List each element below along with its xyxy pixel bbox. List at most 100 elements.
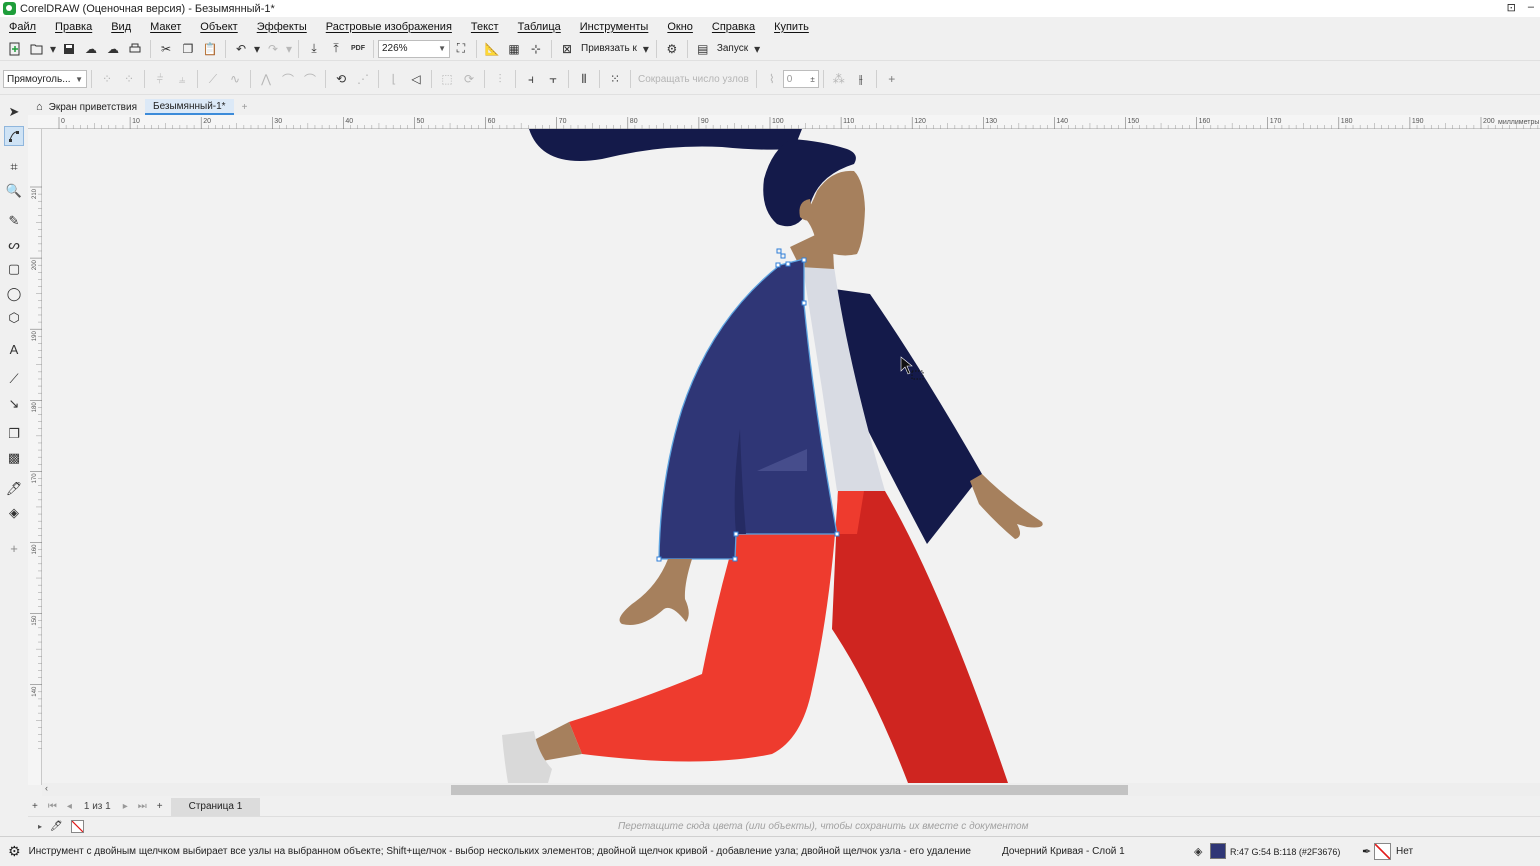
crop-tool-icon[interactable]: ⌗ bbox=[4, 157, 24, 177]
selection-node[interactable] bbox=[776, 248, 782, 254]
no-color-swatch[interactable] bbox=[70, 819, 84, 833]
eyedropper-icon[interactable]: 🖊 bbox=[50, 821, 63, 832]
node-tracking-icon[interactable]: ⫲ bbox=[850, 69, 872, 89]
show-rulers-icon[interactable]: 📐 bbox=[481, 39, 503, 59]
cut-icon[interactable]: ✂ bbox=[155, 39, 177, 59]
break-curve-icon[interactable]: ⫨ bbox=[171, 69, 193, 89]
artistic-media-icon[interactable]: ᔕ bbox=[4, 235, 24, 255]
front-hand-shape[interactable] bbox=[619, 559, 692, 625]
menu-tools[interactable]: Инструменты bbox=[580, 21, 649, 33]
close-curve-icon[interactable]: ◁ bbox=[405, 69, 427, 89]
add-page-before-icon[interactable]: + bbox=[32, 801, 38, 812]
node-selection-icon[interactable]: ⁂ bbox=[828, 69, 850, 89]
select-all-nodes-icon[interactable]: ⁙ bbox=[604, 69, 626, 89]
redo-dropdown-icon[interactable]: ▾ bbox=[284, 39, 294, 59]
pick-tool-icon[interactable]: ➤ bbox=[4, 102, 24, 122]
paste-icon[interactable]: 📋 bbox=[199, 39, 221, 59]
ellipse-tool-icon[interactable]: ◯ bbox=[4, 284, 24, 304]
menu-file[interactable]: Файл bbox=[9, 21, 36, 33]
stretch-nodes-icon[interactable]: ⬚ bbox=[436, 69, 458, 89]
undo-dropdown-icon[interactable]: ▾ bbox=[252, 39, 262, 59]
interactive-fill-icon[interactable]: ◈ bbox=[4, 503, 24, 523]
selection-node[interactable] bbox=[801, 300, 807, 306]
align-nodes-icon[interactable]: ⫶ bbox=[489, 69, 511, 89]
selection-node[interactable] bbox=[801, 257, 807, 263]
horizontal-ruler[interactable]: 0 10 20 30 40 50 60 70 80 90 100 110 120 130 140 150 160… bbox=[28, 115, 1540, 129]
reduce-nodes-button[interactable]: Сокращать число узлов bbox=[638, 74, 749, 85]
drop-shadow-icon[interactable]: ❐ bbox=[4, 424, 24, 444]
selection-node[interactable] bbox=[785, 261, 791, 267]
eyedropper-tool-icon[interactable]: 🖊 bbox=[4, 479, 24, 499]
save-icon[interactable] bbox=[58, 39, 80, 59]
new-tab-button[interactable]: + bbox=[234, 99, 256, 115]
redo-icon[interactable]: ↷ bbox=[262, 39, 284, 59]
rectangle-tool-icon[interactable]: ▢ bbox=[4, 259, 24, 279]
next-page-icon[interactable]: ▸ bbox=[123, 801, 128, 812]
selection-node[interactable] bbox=[775, 262, 781, 268]
launch-label[interactable]: Запуск bbox=[717, 43, 748, 54]
snap-off-icon[interactable]: ⊠ bbox=[556, 39, 578, 59]
cloud-upload-icon[interactable]: ☁ bbox=[102, 39, 124, 59]
open-folder-icon[interactable] bbox=[26, 39, 48, 59]
mirror-vertical-icon[interactable]: ⫟ bbox=[542, 69, 564, 89]
scroll-left-icon[interactable]: ‹ bbox=[45, 783, 48, 793]
menu-effects[interactable]: Эффекты bbox=[257, 21, 307, 33]
selection-node[interactable] bbox=[733, 531, 739, 537]
rotate-nodes-icon[interactable]: ⟳ bbox=[458, 69, 480, 89]
cloud-download-icon[interactable]: ☁ bbox=[80, 39, 102, 59]
menu-edit[interactable]: Правка bbox=[55, 21, 92, 33]
copy-icon[interactable]: ❐ bbox=[177, 39, 199, 59]
polygon-tool-icon[interactable]: ⬡ bbox=[4, 308, 24, 328]
scrollbar-thumb[interactable] bbox=[451, 785, 1128, 795]
transparency-tool-icon[interactable]: ▩ bbox=[4, 448, 24, 468]
menu-object[interactable]: Объект bbox=[200, 21, 237, 33]
dimension-tool-icon[interactable]: ⟋ bbox=[4, 369, 24, 389]
menu-table[interactable]: Таблица bbox=[518, 21, 561, 33]
symmetric-node-icon[interactable]: ⌒ bbox=[299, 69, 321, 89]
import-icon[interactable]: ⤓ bbox=[303, 39, 325, 59]
export-icon[interactable]: ⤒ bbox=[325, 39, 347, 59]
to-line-icon[interactable]: ⟋ bbox=[202, 69, 224, 89]
add-to-toolbar-icon[interactable]: + bbox=[881, 69, 903, 89]
selection-node[interactable] bbox=[656, 556, 662, 562]
selection-node[interactable] bbox=[732, 556, 738, 562]
quick-customize-icon[interactable]: + bbox=[4, 538, 24, 558]
zoom-level-combo[interactable]: 226% ▼ bbox=[378, 39, 450, 58]
hair-ponytail-shape[interactable] bbox=[529, 129, 802, 161]
connector-tool-icon[interactable]: ↘ bbox=[4, 394, 24, 414]
join-nodes-icon[interactable]: ⫩ bbox=[149, 69, 171, 89]
back-hand-shape[interactable] bbox=[970, 474, 1043, 539]
show-grid-icon[interactable]: ▦ bbox=[503, 39, 525, 59]
menu-layout[interactable]: Макет bbox=[150, 21, 181, 33]
print-icon[interactable] bbox=[124, 39, 146, 59]
snap-to-label[interactable]: Привязать к bbox=[581, 43, 637, 54]
menu-text[interactable]: Текст bbox=[471, 21, 499, 33]
text-tool-icon[interactable]: A bbox=[4, 339, 24, 359]
menu-bitmaps[interactable]: Растровые изображения bbox=[326, 21, 452, 33]
snap-dropdown-icon[interactable]: ▾ bbox=[640, 39, 652, 59]
tab-welcome-screen[interactable]: ⌂ Экран приветствия bbox=[28, 99, 145, 115]
mirror-horizontal-icon[interactable]: ⫞ bbox=[520, 69, 542, 89]
launch-icon[interactable]: ▤ bbox=[692, 39, 714, 59]
selection-node[interactable] bbox=[780, 253, 786, 259]
add-node-icon[interactable]: ⁘ bbox=[96, 69, 118, 89]
horizontal-scrollbar[interactable]: ‹ bbox=[42, 783, 1540, 796]
zoom-tool-icon[interactable]: 🔍 bbox=[4, 181, 24, 201]
fill-color-swatch[interactable] bbox=[1210, 843, 1226, 859]
show-guidelines-icon[interactable]: ⊹ bbox=[525, 39, 547, 59]
selection-node[interactable] bbox=[834, 531, 840, 537]
vertical-ruler[interactable]: 210 200 190 180 170 160 150 140 bbox=[28, 129, 42, 785]
extend-curve-icon[interactable]: ⋰ bbox=[352, 69, 374, 89]
selection-mode-combo[interactable]: Прямоуголь... ▼ bbox=[3, 70, 87, 88]
delete-node-icon[interactable]: ⁘ bbox=[118, 69, 140, 89]
drawing-canvas[interactable] bbox=[42, 129, 1540, 783]
new-document-icon[interactable] bbox=[4, 39, 26, 59]
extract-subpath-icon[interactable]: ⌊ bbox=[383, 69, 405, 89]
palette-expand-icon[interactable]: ▸ bbox=[38, 822, 42, 831]
outline-none-swatch[interactable] bbox=[1374, 843, 1391, 860]
add-page-after-icon[interactable]: + bbox=[157, 801, 163, 812]
page-tab[interactable]: Страница 1 bbox=[170, 797, 261, 816]
shape-tool-icon[interactable] bbox=[4, 126, 24, 146]
first-page-icon[interactable]: ⏮ bbox=[48, 801, 57, 812]
menu-buy[interactable]: Купить bbox=[774, 21, 809, 33]
